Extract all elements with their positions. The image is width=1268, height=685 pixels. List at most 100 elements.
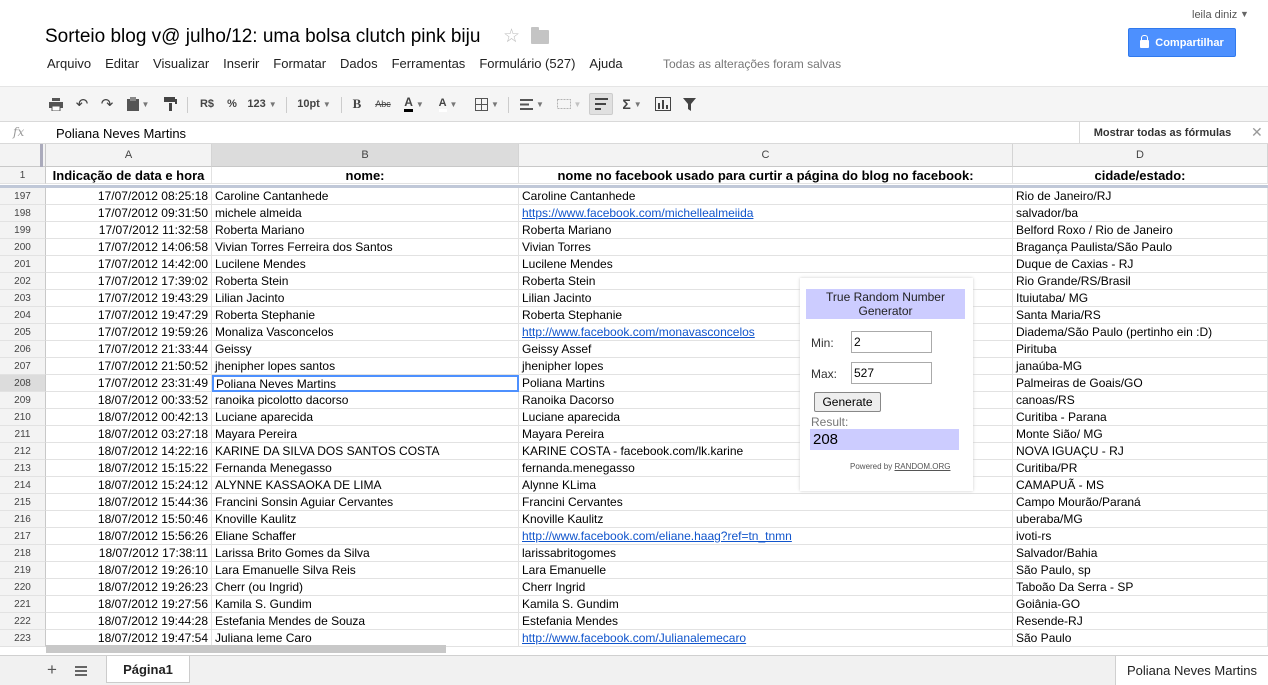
row-number[interactable]: 199 — [0, 222, 46, 239]
cell-city-state[interactable]: Santa Maria/RS — [1013, 307, 1268, 324]
cell-city-state[interactable]: canoas/RS — [1013, 392, 1268, 409]
cell-facebook[interactable]: Vivian Torres — [519, 239, 1013, 256]
cell-name[interactable]: Larissa Brito Gomes da Silva — [212, 545, 519, 562]
row-number[interactable]: 208 — [0, 375, 46, 392]
cell-name[interactable]: Roberta Mariano — [212, 222, 519, 239]
cell-timestamp[interactable]: 17/07/2012 17:39:02 — [46, 273, 212, 290]
cell-timestamp[interactable]: 17/07/2012 08:25:18 — [46, 188, 212, 205]
cell-facebook[interactable]: Kamila S. Gundim — [519, 596, 1013, 613]
cell-name[interactable]: KARINE DA SILVA DOS SANTOS COSTA — [212, 443, 519, 460]
row-number[interactable]: 215 — [0, 494, 46, 511]
cell-city-state[interactable]: NOVA IGUAÇU - RJ — [1013, 443, 1268, 460]
cell-name[interactable]: Estefania Mendes de Souza — [212, 613, 519, 630]
row-number[interactable]: 197 — [0, 188, 46, 205]
cell-city-state[interactable]: uberaba/MG — [1013, 511, 1268, 528]
functions-button[interactable]: Σ ▼ — [619, 95, 645, 113]
cell-city-state[interactable]: Rio Grande/RS/Brasil — [1013, 273, 1268, 290]
menu-arquivo[interactable]: Arquivo — [40, 56, 98, 71]
show-all-formulas-button[interactable]: Mostrar todas as fórmulas — [1079, 122, 1245, 144]
column-header-d[interactable]: D — [1013, 144, 1268, 167]
menu-ajuda[interactable]: Ajuda — [582, 56, 629, 71]
cell-name[interactable]: ranoika picolotto dacorso — [212, 392, 519, 409]
cell-name[interactable]: Mayara Pereira — [212, 426, 519, 443]
cell-timestamp[interactable]: 18/07/2012 15:56:26 — [46, 528, 212, 545]
cell-name[interactable]: Caroline Cantanhede — [212, 188, 519, 205]
merge-cells-button[interactable]: ▼ — [553, 95, 585, 113]
cell-timestamp[interactable]: 17/07/2012 21:33:44 — [46, 341, 212, 358]
menu-ferramentas[interactable]: Ferramentas — [385, 56, 473, 71]
cell-timestamp[interactable]: 18/07/2012 03:27:18 — [46, 426, 212, 443]
cell-facebook[interactable]: Francini Cervantes — [519, 494, 1013, 511]
row-number[interactable]: 198 — [0, 205, 46, 222]
cell-timestamp[interactable]: 18/07/2012 00:42:13 — [46, 409, 212, 426]
cell-timestamp[interactable]: 18/07/2012 15:24:12 — [46, 477, 212, 494]
cell-timestamp[interactable]: 18/07/2012 19:26:23 — [46, 579, 212, 596]
menu-visualizar[interactable]: Visualizar — [146, 56, 216, 71]
document-title[interactable]: Sorteio blog v@ julho/12: uma bolsa clut… — [45, 26, 480, 48]
cell-city-state[interactable]: janaúba-MG — [1013, 358, 1268, 375]
menu-dados[interactable]: Dados — [333, 56, 385, 71]
header-cell-c[interactable]: nome no facebook usado para curtir a pág… — [519, 167, 1013, 184]
cell-name[interactable]: jhenipher lopes santos — [212, 358, 519, 375]
cell-city-state[interactable]: Taboão Da Serra - SP — [1013, 579, 1268, 596]
row-number[interactable]: 207 — [0, 358, 46, 375]
menu-inserir[interactable]: Inserir — [216, 56, 266, 71]
column-header-b[interactable]: B — [212, 144, 519, 167]
cell-city-state[interactable]: Curitiba/PR — [1013, 460, 1268, 477]
column-header-a[interactable]: A — [46, 144, 212, 167]
cell-name[interactable]: Lilian Jacinto — [212, 290, 519, 307]
cell-timestamp[interactable]: 17/07/2012 11:32:58 — [46, 222, 212, 239]
cell-city-state[interactable]: Curitiba - Parana — [1013, 409, 1268, 426]
cell-timestamp[interactable]: 18/07/2012 19:27:56 — [46, 596, 212, 613]
row-number[interactable]: 218 — [0, 545, 46, 562]
cell-timestamp[interactable]: 18/07/2012 15:15:22 — [46, 460, 212, 477]
row-number[interactable]: 216 — [0, 511, 46, 528]
cell-city-state[interactable]: Belford Roxo / Rio de Janeiro — [1013, 222, 1268, 239]
header-cell-a[interactable]: Indicação de data e hora — [46, 167, 212, 184]
cell-timestamp[interactable]: 17/07/2012 21:50:52 — [46, 358, 212, 375]
row-number[interactable]: 220 — [0, 579, 46, 596]
cell-city-state[interactable]: Bragança Paulista/São Paulo — [1013, 239, 1268, 256]
cell-facebook[interactable]: Knoville Kaulitz — [519, 511, 1013, 528]
print-icon[interactable] — [47, 95, 65, 113]
rng-min-input[interactable] — [851, 331, 932, 353]
text-color-button[interactable]: A ▼ — [398, 95, 430, 113]
undo-icon[interactable]: ↶ — [73, 95, 91, 113]
cell-timestamp[interactable]: 18/07/2012 15:44:36 — [46, 494, 212, 511]
cell-name[interactable]: Eliane Schaffer — [212, 528, 519, 545]
cell-timestamp[interactable]: 18/07/2012 14:22:16 — [46, 443, 212, 460]
cell-name[interactable]: michele almeida — [212, 205, 519, 222]
cell-name[interactable]: Monaliza Vasconcelos — [212, 324, 519, 341]
folder-icon[interactable] — [531, 27, 549, 44]
cell-facebook[interactable]: Cherr Ingrid — [519, 579, 1013, 596]
spreadsheet-grid[interactable]: A B C D 1 Indicação de data e hora nome:… — [0, 144, 1268, 655]
menu-formatar[interactable]: Formatar — [266, 56, 333, 71]
cell-name[interactable]: Cherr (ou Ingrid) — [212, 579, 519, 596]
cell-city-state[interactable]: Rio de Janeiro/RJ — [1013, 188, 1268, 205]
row-number[interactable]: 223 — [0, 630, 46, 647]
row-number[interactable]: 221 — [0, 596, 46, 613]
sheet-tab-pagina1[interactable]: Página1 — [106, 656, 190, 683]
cell-name[interactable]: Lara Emanuelle Silva Reis — [212, 562, 519, 579]
generate-button[interactable]: Generate — [814, 392, 881, 412]
align-button[interactable]: ▼ — [516, 95, 548, 113]
cell-name[interactable]: Geissy — [212, 341, 519, 358]
cell-city-state[interactable]: Diadema/São Paulo (pertinho ein :D) — [1013, 324, 1268, 341]
formula-input[interactable]: Poliana Neves Martins — [56, 126, 186, 141]
bold-button[interactable]: B — [350, 95, 364, 113]
random-org-link[interactable]: RANDOM.ORG — [894, 462, 950, 471]
paste-icon[interactable]: ▼ — [123, 95, 153, 113]
cell-name[interactable]: Roberta Stein — [212, 273, 519, 290]
row-number[interactable]: 204 — [0, 307, 46, 324]
cell-timestamp[interactable]: 17/07/2012 19:47:29 — [46, 307, 212, 324]
cell-city-state[interactable]: ivoti-rs — [1013, 528, 1268, 545]
cell-facebook[interactable]: http://www.facebook.com/Julianalemecaro — [519, 630, 1013, 647]
column-header-c[interactable]: C — [519, 144, 1013, 167]
cell-timestamp[interactable]: 17/07/2012 14:06:58 — [46, 239, 212, 256]
star-icon[interactable]: ☆ — [503, 25, 520, 48]
cell-city-state[interactable]: Monte Sião/ MG — [1013, 426, 1268, 443]
header-cell-d[interactable]: cidade/estado: — [1013, 167, 1268, 184]
cell-name[interactable]: Vivian Torres Ferreira dos Santos — [212, 239, 519, 256]
cell-name[interactable]: Francini Sonsin Aguiar Cervantes — [212, 494, 519, 511]
row-number[interactable]: 202 — [0, 273, 46, 290]
